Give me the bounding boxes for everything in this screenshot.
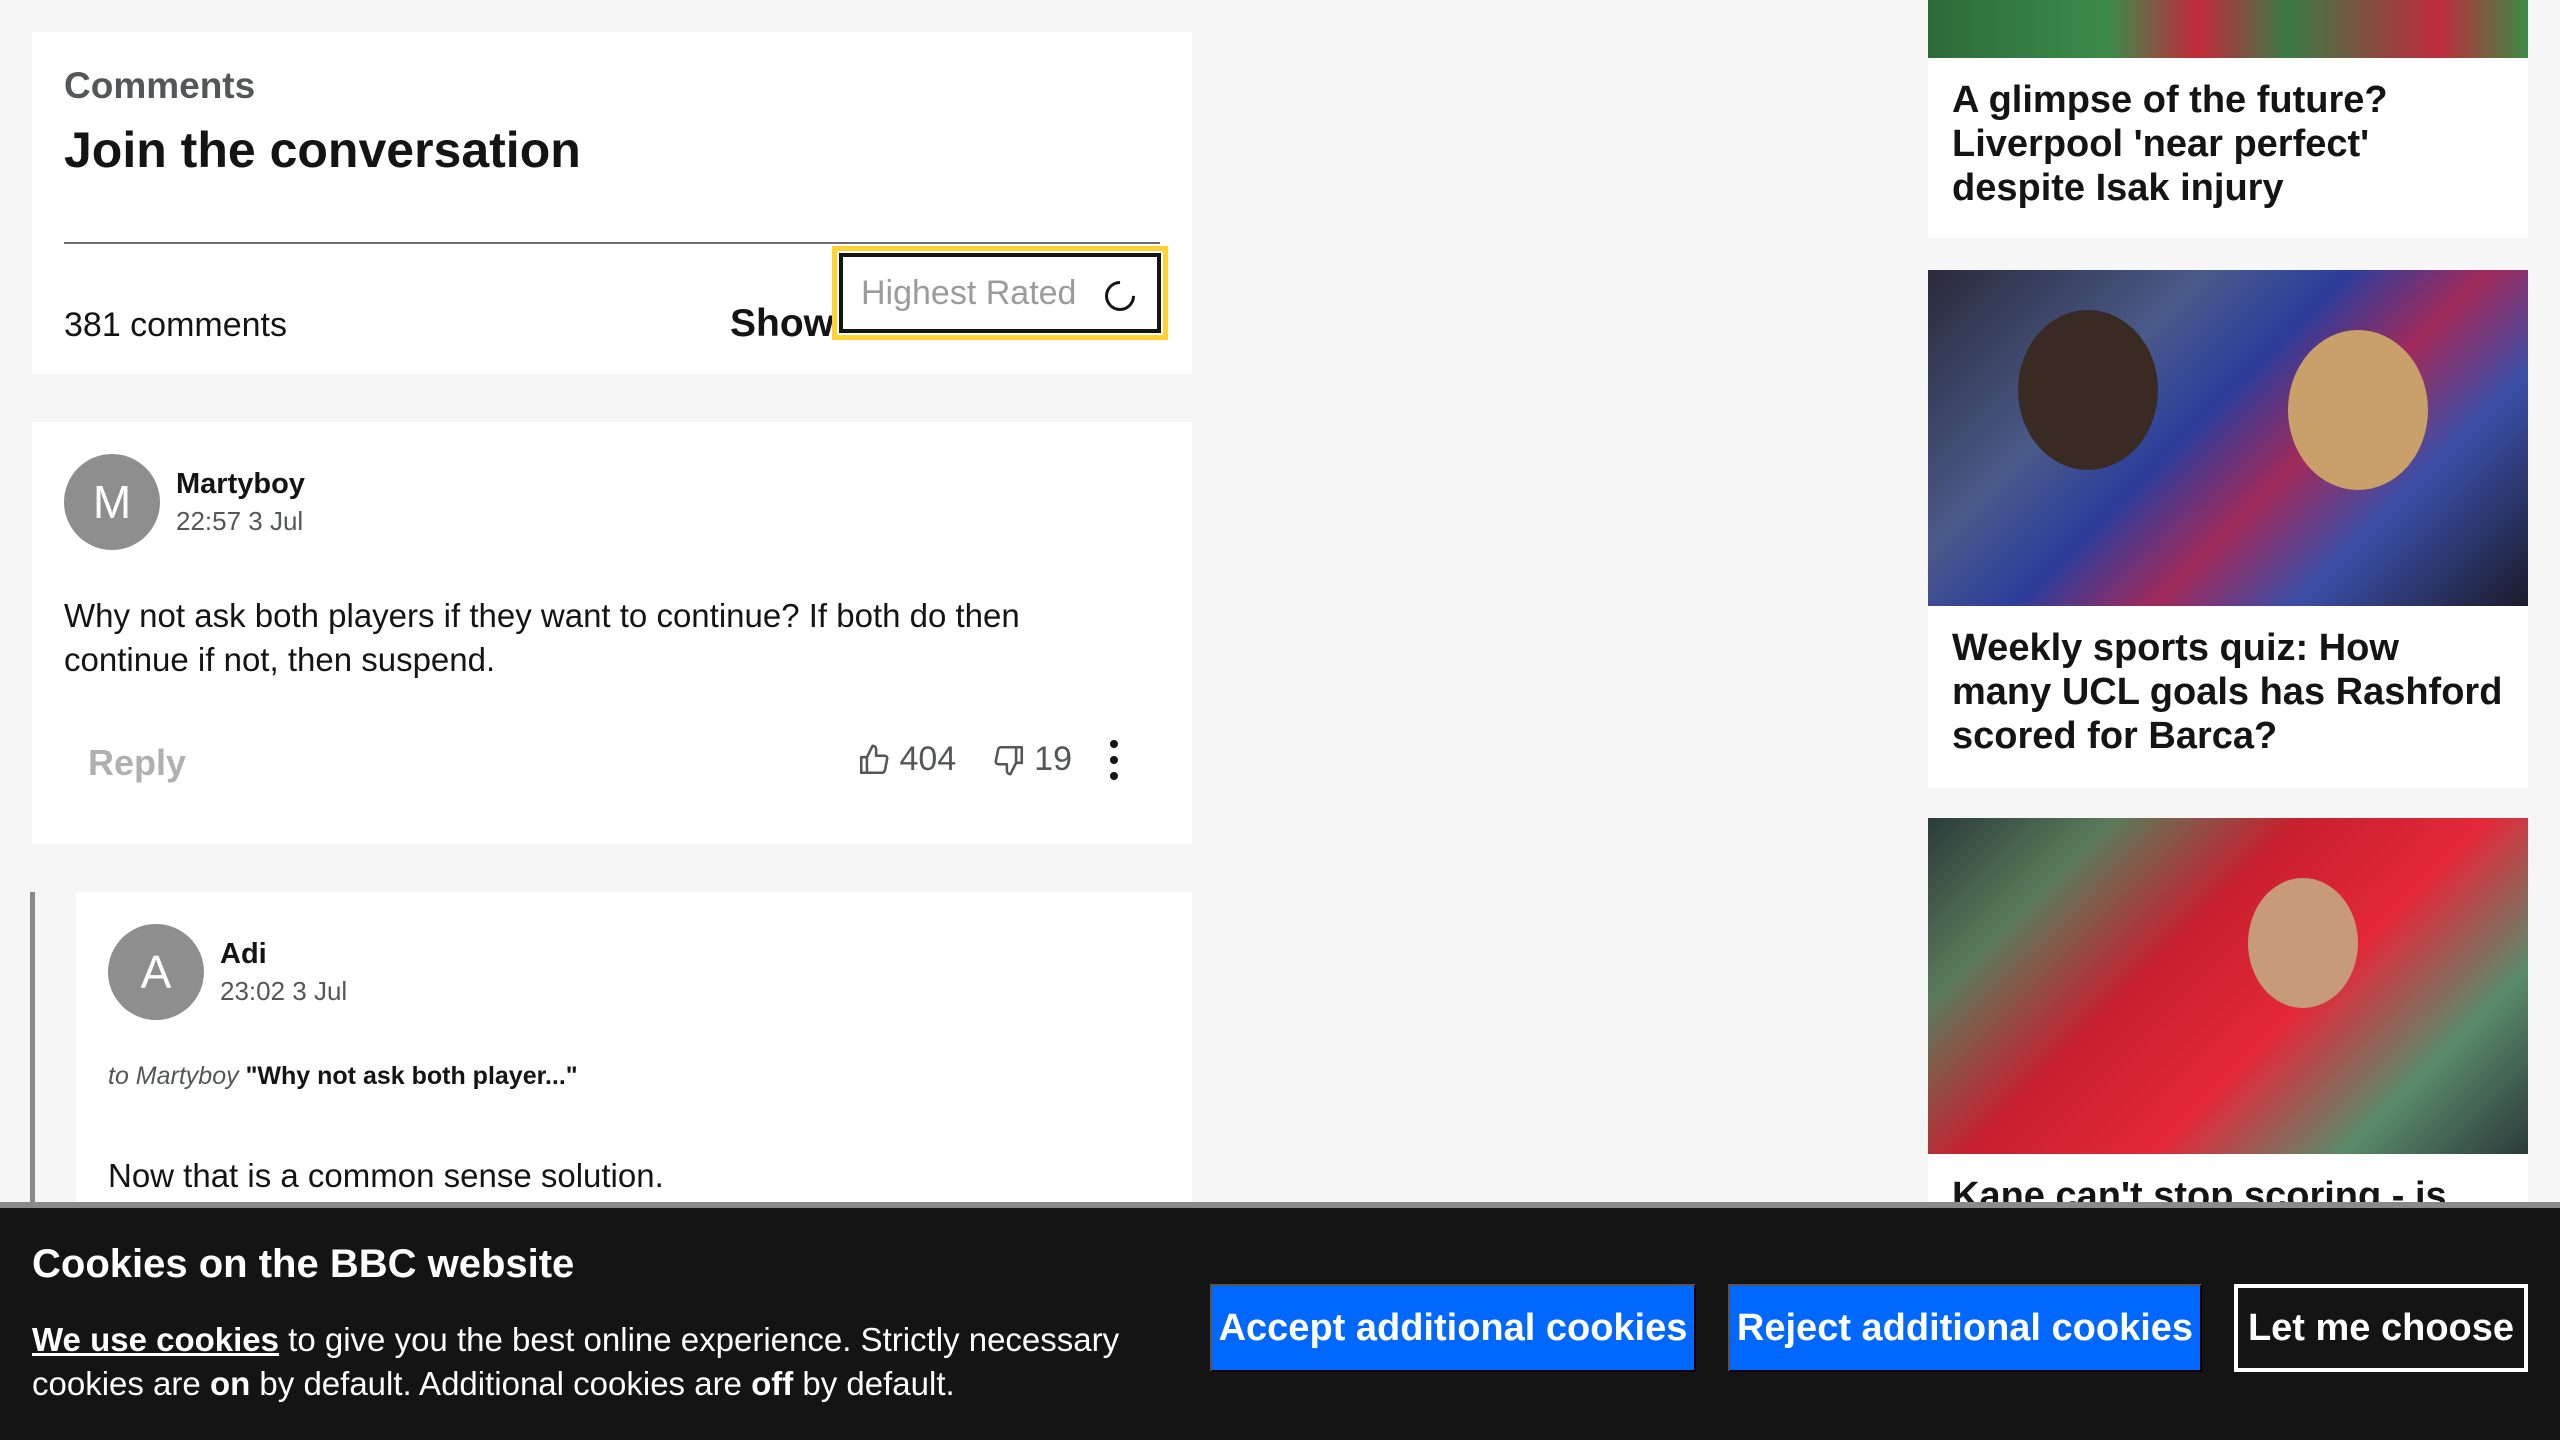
promo-image — [1928, 818, 2528, 1154]
more-options-icon[interactable] — [1110, 740, 1122, 780]
sort-select[interactable]: Highest Rated — [832, 246, 1168, 340]
comment-timestamp: 22:57 3 Jul — [176, 506, 304, 536]
promo-card[interactable]: A glimpse of the future? Liverpool 'near… — [1928, 0, 2528, 238]
comment-text: Why not ask both players if they want to… — [64, 597, 1020, 678]
thumbs-down-icon — [994, 745, 1024, 775]
let-me-choose-button[interactable]: Let me choose — [2234, 1284, 2528, 1372]
cookie-banner-title: Cookies on the BBC website — [32, 1242, 575, 1286]
promo-card[interactable]: Weekly sports quiz: How many UCL goals h… — [1928, 270, 2528, 788]
promo-image — [1928, 0, 2528, 58]
downvote-button[interactable]: 19 — [992, 740, 1072, 779]
comment-author[interactable]: Martyboy — [176, 468, 305, 501]
cookie-banner-text: We use cookies to give you the best onli… — [32, 1321, 1120, 1402]
cookie-banner: Cookies on the BBC website We use cookie… — [0, 1202, 2560, 1440]
comments-kicker: Comments — [64, 65, 256, 106]
promo-headline[interactable]: A glimpse of the future? Liverpool 'near… — [1928, 58, 2528, 230]
promo-image — [1928, 270, 2528, 606]
reply-to-user[interactable]: to Martyboy — [108, 1062, 239, 1090]
upvote-button[interactable]: 404 — [857, 740, 956, 779]
cookie-policy-link[interactable]: We use cookies — [32, 1321, 279, 1358]
comment: M Martyboy 22:57 3 Jul Why not ask both … — [32, 422, 1192, 844]
vote-controls: 404 19 — [857, 740, 1072, 779]
reply-thread-line — [30, 892, 35, 1252]
avatar: M — [64, 454, 160, 550]
promo-headline[interactable]: Weekly sports quiz: How many UCL goals h… — [1928, 606, 2528, 778]
reply-button[interactable]: Reply — [88, 742, 186, 784]
comments-title: Join the conversation — [64, 122, 581, 179]
comment-text: Now that is a common sense solution. — [108, 1157, 664, 1194]
comment-author[interactable]: Adi — [220, 938, 267, 971]
reply-quote-text: "Why not ask both player..." — [245, 1062, 578, 1090]
sort-show-label: Show — [730, 302, 834, 345]
loading-spinner-icon — [1098, 274, 1142, 318]
thumbs-up-icon — [860, 744, 889, 774]
upvote-count: 404 — [899, 740, 957, 778]
downvote-count: 19 — [1034, 740, 1072, 778]
comment-reply: A Adi 23:02 3 Jul to Martyboy "Why not a… — [76, 892, 1192, 1252]
comments-count: 381 comments — [64, 306, 287, 344]
accept-cookies-button[interactable]: Accept additional cookies — [1210, 1284, 1696, 1372]
reply-to-quote: to Martyboy "Why not ask both player..." — [108, 1062, 578, 1091]
reject-cookies-button[interactable]: Reject additional cookies — [1728, 1284, 2202, 1372]
sort-select-inner[interactable]: Highest Rated — [839, 253, 1161, 333]
comment-timestamp: 23:02 3 Jul — [220, 976, 348, 1006]
avatar: A — [108, 924, 204, 1020]
divider — [64, 242, 1160, 244]
sort-select-value: Highest Rated — [861, 273, 1077, 312]
